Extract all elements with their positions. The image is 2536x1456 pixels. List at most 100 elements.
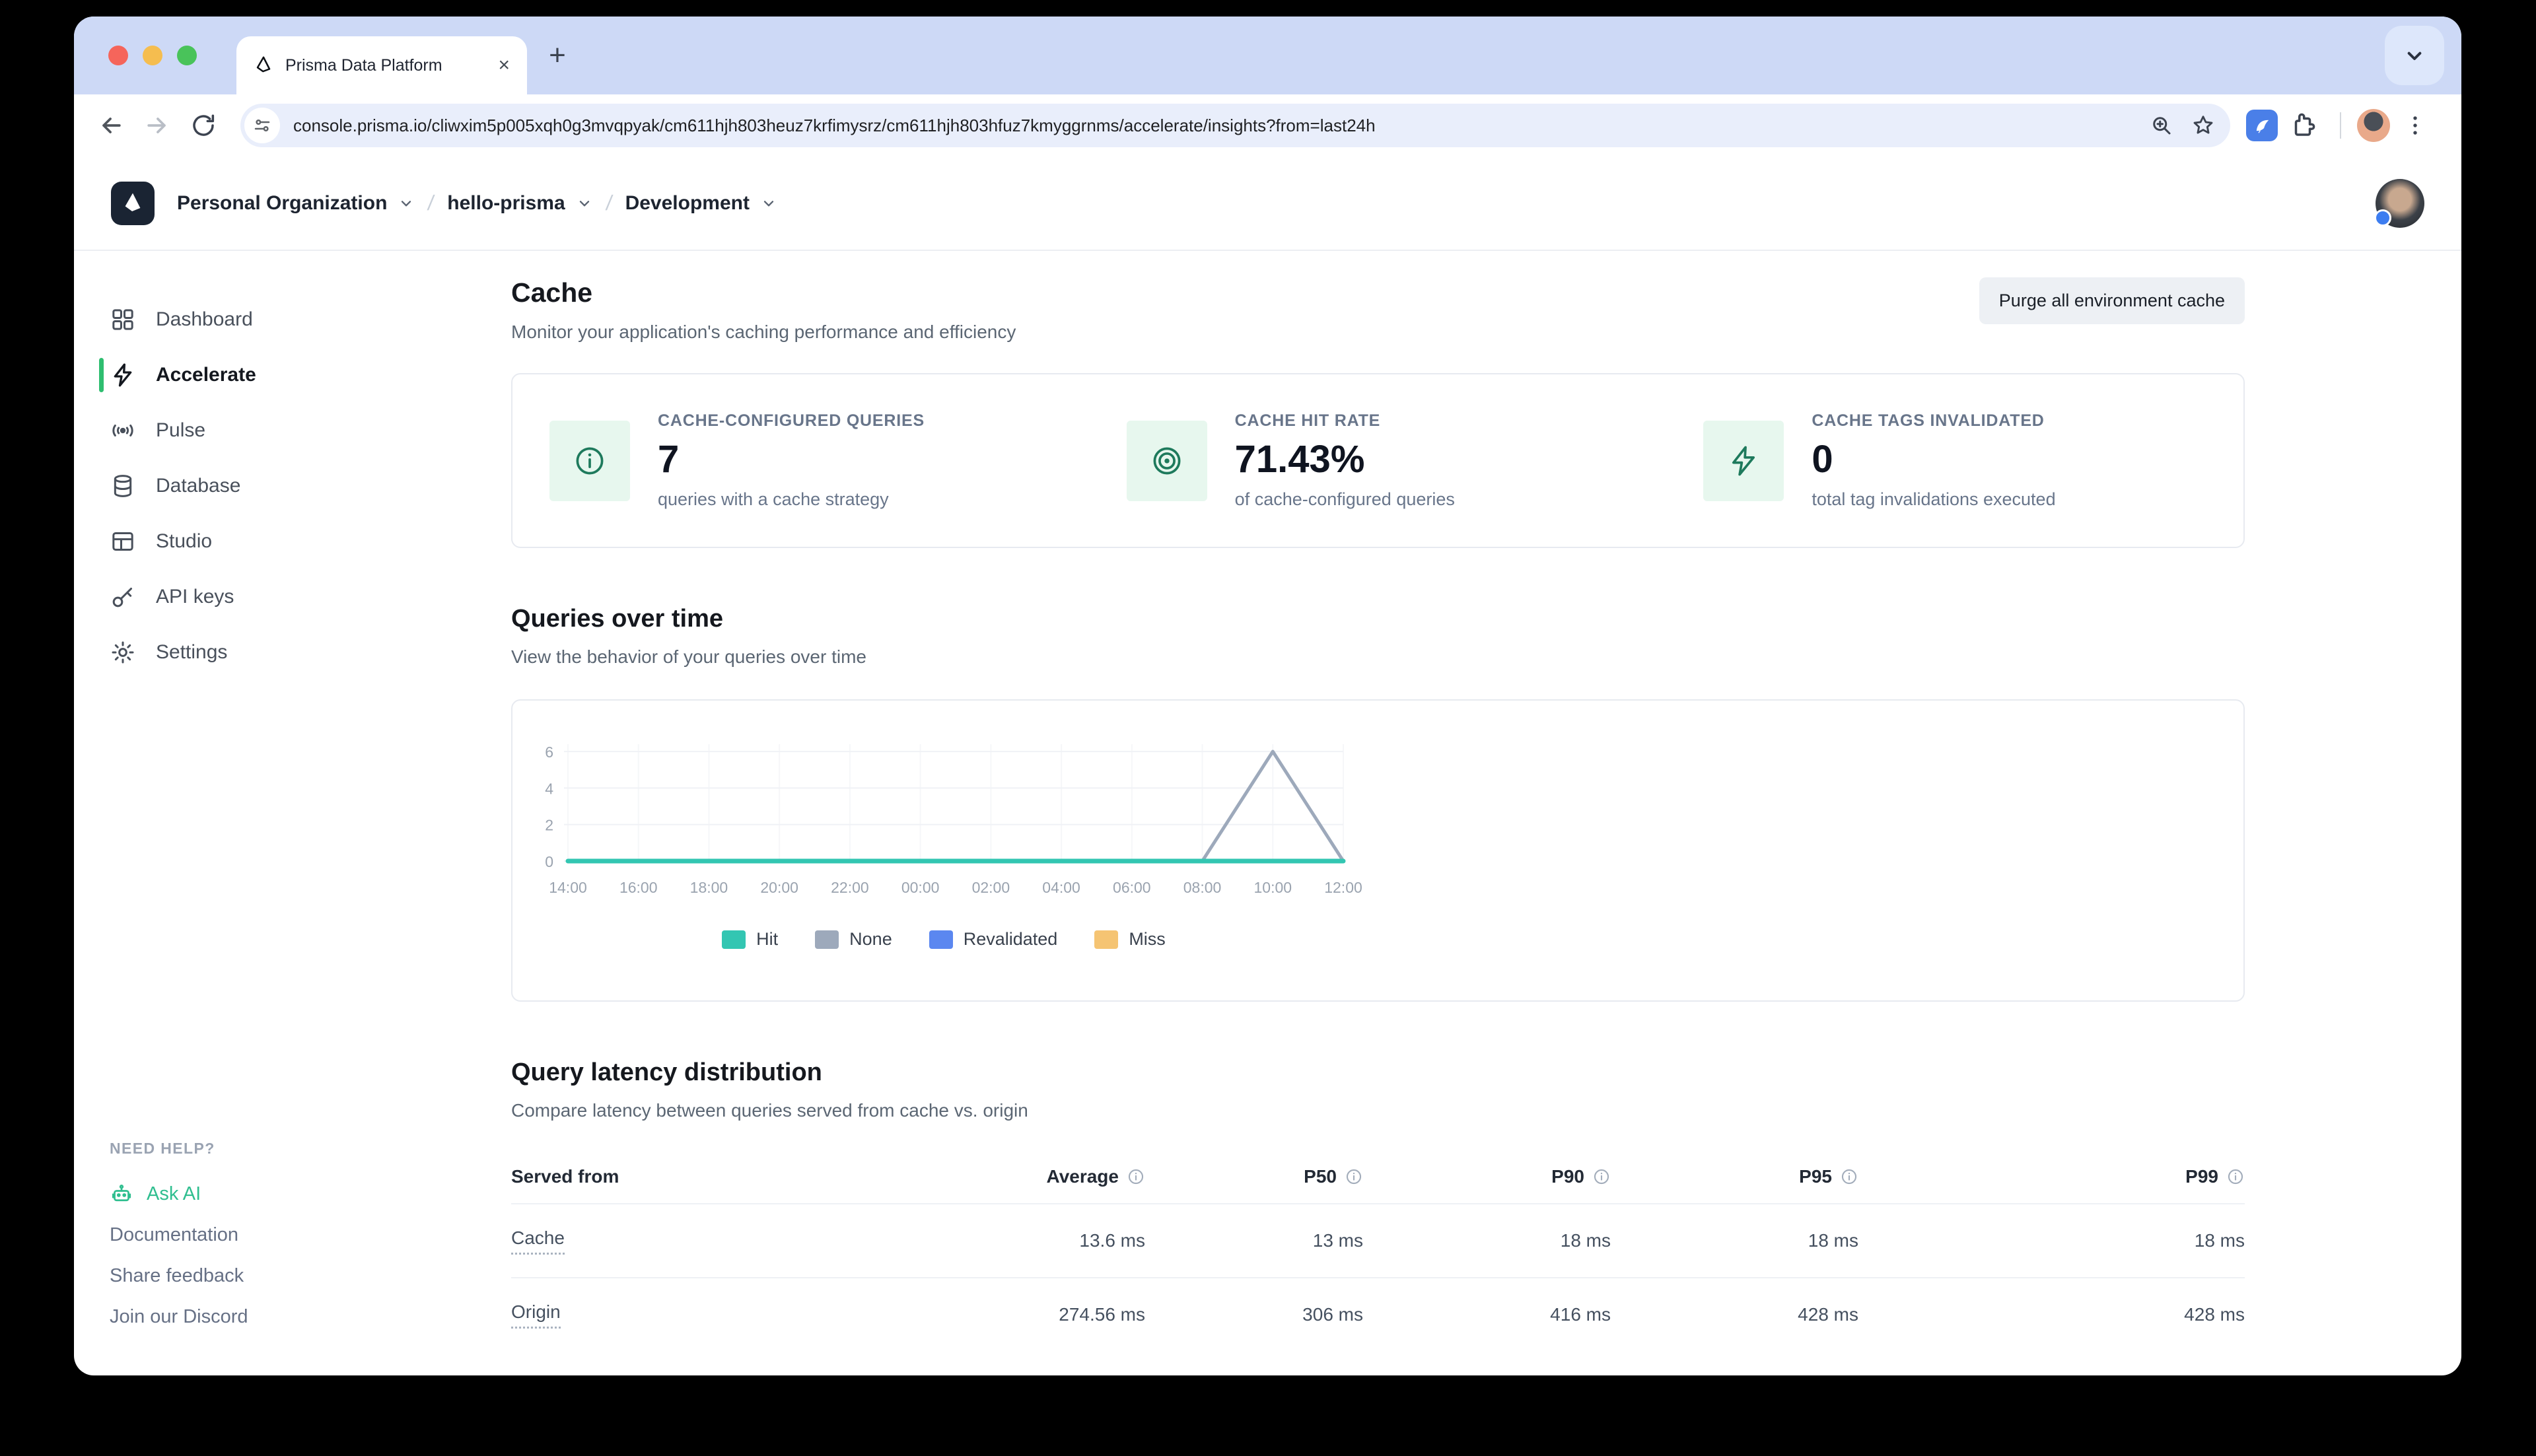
info-icon[interactable] (1592, 1167, 1611, 1186)
info-icon[interactable] (1840, 1167, 1858, 1186)
breadcrumb-separator: / (604, 191, 614, 215)
latency-section-title: Query latency distribution (511, 1058, 2245, 1087)
active-indicator (99, 358, 104, 392)
legend-label: Revalidated (964, 929, 1058, 950)
cache-p50: 13 ms (1145, 1230, 1363, 1251)
tab-strip-chevron-button[interactable] (2385, 26, 2444, 85)
browser-toolbar: console.prisma.io/cliwxim5p005xqh0g3mvqp… (74, 94, 2461, 156)
sidebar-item-label: API keys (156, 586, 234, 608)
queries-section-title: Queries over time (511, 605, 2245, 633)
sidebar: Dashboard Accelerate Pulse Database Stud (74, 251, 511, 1375)
metric-value: 71.43% (1235, 437, 1455, 481)
accelerate-lightning-icon (110, 362, 136, 388)
sidebar-item-database[interactable]: Database (100, 458, 511, 514)
metric-value: 0 (1812, 437, 2055, 481)
sidebar-item-label: Dashboard (156, 308, 253, 331)
sidebar-item-settings[interactable]: Settings (100, 625, 511, 680)
zoom-window-button[interactable] (177, 46, 197, 65)
site-settings-button[interactable] (244, 108, 280, 143)
bird-extension-icon (2252, 116, 2272, 135)
latency-section-subtitle: Compare latency between queries served f… (511, 1100, 2245, 1121)
new-tab-button[interactable]: + (538, 36, 577, 75)
queries-chart: 024614:0016:0018:0020:0022:0000:0002:000… (524, 726, 1363, 924)
browser-tab[interactable]: Prisma Data Platform × (236, 36, 527, 94)
ask-ai-link[interactable]: Ask AI (110, 1173, 511, 1214)
svg-text:2: 2 (545, 817, 553, 834)
url-text[interactable]: console.prisma.io/cliwxim5p005xqh0g3mvqp… (293, 116, 1376, 136)
table-row-cache: Cache 13.6 ms 13 ms 18 ms 18 ms 18 ms (511, 1203, 2245, 1277)
sidebar-item-api-keys[interactable]: API keys (100, 569, 511, 625)
forward-button[interactable] (139, 107, 176, 144)
kebab-menu-icon (2403, 113, 2428, 138)
share-feedback-link[interactable]: Share feedback (110, 1255, 511, 1296)
dashboard-icon (110, 306, 136, 333)
served-from-cache-label[interactable]: Cache (511, 1228, 565, 1255)
app-header: Personal Organization / hello-prisma / D… (74, 156, 2461, 251)
metric-description: queries with a cache strategy (658, 489, 925, 510)
back-arrow-icon (96, 111, 125, 140)
bookmark-star-icon[interactable] (2191, 113, 2216, 138)
svg-text:02:00: 02:00 (972, 879, 1010, 896)
studio-table-icon (110, 528, 136, 555)
info-circle-icon (549, 421, 630, 501)
cache-p95: 18 ms (1611, 1230, 1858, 1251)
help-section: NEED HELP? Ask AI Documentation Share fe… (100, 1140, 511, 1337)
info-icon[interactable] (1345, 1167, 1363, 1186)
target-icon (1127, 421, 1207, 501)
join-discord-link[interactable]: Join our Discord (110, 1296, 511, 1337)
breadcrumb: Personal Organization / hello-prisma / D… (177, 191, 777, 215)
chevron-down-icon (760, 195, 777, 212)
sidebar-item-studio[interactable]: Studio (100, 514, 511, 569)
sidebar-item-label: Database (156, 475, 240, 497)
served-from-origin-label[interactable]: Origin (511, 1301, 561, 1329)
latency-table-header: Served from Average P50 P90 P95 P99 (511, 1150, 2245, 1203)
browser-window: Prisma Data Platform × + (74, 17, 2461, 1375)
svg-text:4: 4 (545, 780, 553, 797)
documentation-link[interactable]: Documentation (110, 1214, 511, 1255)
pinned-extension-button[interactable] (2246, 110, 2278, 141)
user-avatar[interactable] (2376, 179, 2424, 228)
cache-p90: 18 ms (1363, 1230, 1611, 1251)
sidebar-item-dashboard[interactable]: Dashboard (100, 292, 511, 347)
project-switcher[interactable]: hello-prisma (447, 192, 592, 215)
chevron-down-icon (2401, 42, 2428, 69)
svg-text:6: 6 (545, 744, 553, 761)
back-button[interactable] (92, 107, 129, 144)
ask-ai-robot-icon (110, 1182, 133, 1206)
origin-p95: 428 ms (1611, 1304, 1858, 1325)
environment-switcher[interactable]: Development (625, 192, 777, 215)
extensions-puzzle-icon (2289, 112, 2317, 139)
browser-profile-avatar[interactable] (2357, 109, 2390, 142)
metric-cache-hit-rate: CACHE HIT RATE 71.43% of cache-configure… (1090, 411, 1667, 510)
purge-cache-button[interactable]: Purge all environment cache (1979, 277, 2245, 324)
zoom-icon[interactable] (2150, 114, 2173, 137)
sidebar-item-label: Accelerate (156, 364, 256, 386)
tab-strip: Prisma Data Platform × + (74, 17, 2461, 94)
minimize-window-button[interactable] (143, 46, 162, 65)
info-icon[interactable] (2226, 1167, 2245, 1186)
queries-section-subtitle: View the behavior of your queries over t… (511, 646, 2245, 668)
sidebar-item-pulse[interactable]: Pulse (100, 403, 511, 458)
lightning-icon (1703, 421, 1784, 501)
chevron-down-icon (398, 195, 415, 212)
svg-text:0: 0 (545, 853, 553, 870)
legend-item-miss: Miss (1094, 929, 1166, 950)
window-controls[interactable] (108, 46, 197, 65)
metric-label: CACHE-CONFIGURED QUERIES (658, 411, 925, 431)
org-switcher[interactable]: Personal Organization (177, 192, 415, 215)
browser-menu-button[interactable] (2397, 107, 2434, 144)
database-icon (110, 473, 136, 499)
close-tab-icon[interactable]: × (498, 55, 510, 75)
sidebar-item-accelerate[interactable]: Accelerate (100, 347, 511, 403)
svg-text:20:00: 20:00 (760, 879, 798, 896)
info-icon[interactable] (1127, 1167, 1145, 1186)
close-window-button[interactable] (108, 46, 128, 65)
url-bar[interactable]: console.prisma.io/cliwxim5p005xqh0g3mvqp… (240, 104, 2230, 147)
origin-p90: 416 ms (1363, 1304, 1611, 1325)
reload-button[interactable] (185, 107, 222, 144)
legend-item-hit: Hit (722, 929, 778, 950)
extensions-button[interactable] (2284, 107, 2321, 144)
queries-chart-panel: 024614:0016:0018:0020:0022:0000:0002:000… (511, 699, 2245, 1002)
legend-label: Miss (1129, 929, 1166, 950)
column-p99: P99 (2185, 1166, 2218, 1187)
